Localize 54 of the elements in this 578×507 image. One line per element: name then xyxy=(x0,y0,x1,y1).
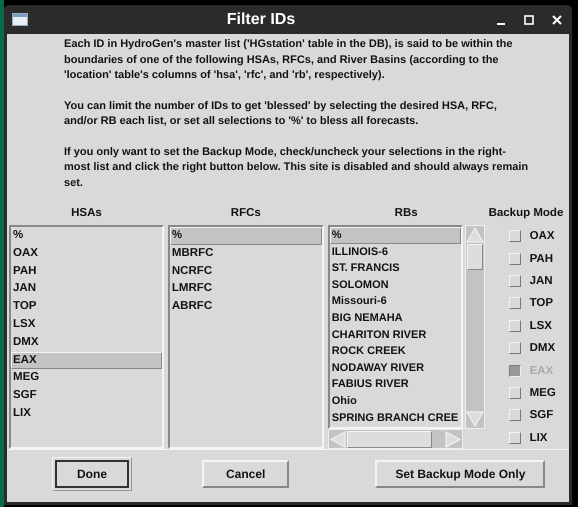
list-item[interactable]: % xyxy=(11,227,162,245)
list-item[interactable]: PAH xyxy=(11,262,162,280)
list-item[interactable]: SGF xyxy=(11,387,162,405)
list-item[interactable]: CHARITON RIVER xyxy=(330,326,461,344)
list-item[interactable]: EAX xyxy=(11,352,162,370)
checkbox-label: MEG xyxy=(530,386,556,399)
instruction-paragraph: You can limit the number of IDs to get 'blessed' by selecting the desired HSA, RFC, and/or RB each list, or set all selections to '%' to bless all forecasts. xyxy=(64,98,498,129)
scrollbar-thumb[interactable] xyxy=(466,244,483,270)
column-header: Backup Mode xyxy=(488,206,564,221)
window-title: Filter IDs xyxy=(226,10,296,28)
maximize-icon[interactable] xyxy=(522,12,536,26)
list-item[interactable]: OAX xyxy=(11,244,162,263)
checkbox-label: PAH xyxy=(530,252,554,265)
list-item[interactable]: ROCK CREEK xyxy=(330,343,461,360)
column-header: HSAs xyxy=(70,206,103,221)
list-item[interactable]: ABRFC xyxy=(170,298,322,316)
list-item[interactable]: ILLINOIS-6 xyxy=(330,244,461,260)
list-item[interactable]: TOP xyxy=(11,298,162,316)
list-item[interactable]: NODAWAY RIVER xyxy=(330,360,461,376)
column-header: RFCs xyxy=(230,206,262,221)
dialog-button[interactable]: Cancel xyxy=(202,460,290,488)
list-item[interactable]: DMX xyxy=(11,334,162,352)
list-item[interactable]: % xyxy=(170,227,322,245)
checkbox-label: LIX xyxy=(530,432,548,444)
checkbox-label: JAN xyxy=(530,274,553,287)
checkbox-label: LSX xyxy=(530,320,552,332)
list-item[interactable]: Ohio xyxy=(330,392,461,410)
list-item[interactable]: SPRING BRANCH CREE xyxy=(330,410,461,426)
list-item[interactable]: LSX xyxy=(11,316,162,334)
list-item[interactable]: FABIUS RIVER xyxy=(330,376,461,393)
horizontal-scrollbar[interactable] xyxy=(328,429,463,449)
checkbox-label: TOP xyxy=(530,297,554,310)
close-icon[interactable] xyxy=(550,12,564,26)
list-item[interactable]: ST. FRANCIS xyxy=(330,260,461,277)
instruction-paragraph: If you only want to set the Backup Mode, check/uncheck your selections in the right-most list and click the right button below. This site is disabled and should always remain set. xyxy=(64,144,530,190)
window-icon xyxy=(12,13,28,26)
dialog-button[interactable]: Done xyxy=(55,460,129,488)
list-item[interactable]: MEG xyxy=(11,369,162,388)
list-item[interactable]: % xyxy=(330,227,461,244)
column-header: RBs xyxy=(394,206,419,221)
vertical-scrollbar[interactable] xyxy=(464,225,485,429)
list-item[interactable]: Missouri-6 xyxy=(330,293,461,310)
checkbox-label: SGF xyxy=(530,409,554,422)
dialog-button[interactable]: Set Backup Mode Only xyxy=(375,460,546,488)
list-item[interactable]: LMRFC xyxy=(170,280,322,298)
list-item[interactable]: NCRFC xyxy=(170,262,322,280)
instruction-paragraph: Each ID in HydroGen's master list ('HGstation' table in the DB), is said to be within the boundaries of one of the following HSAs, RFCs, and River Basins (according to the 'location' table's columns of 'hsa', 'rfc', and 'rb', respectively). xyxy=(64,37,514,83)
list-item[interactable]: LIX xyxy=(11,404,162,423)
checkbox-label: OAX xyxy=(530,230,554,242)
list-item[interactable]: SOLOMON xyxy=(330,276,461,294)
list-item[interactable]: MBRFC xyxy=(170,244,322,263)
checkbox-label: DMX xyxy=(530,342,556,354)
list-item[interactable]: BIG NEMAHA xyxy=(330,310,461,327)
list-item[interactable]: JAN xyxy=(11,280,162,298)
